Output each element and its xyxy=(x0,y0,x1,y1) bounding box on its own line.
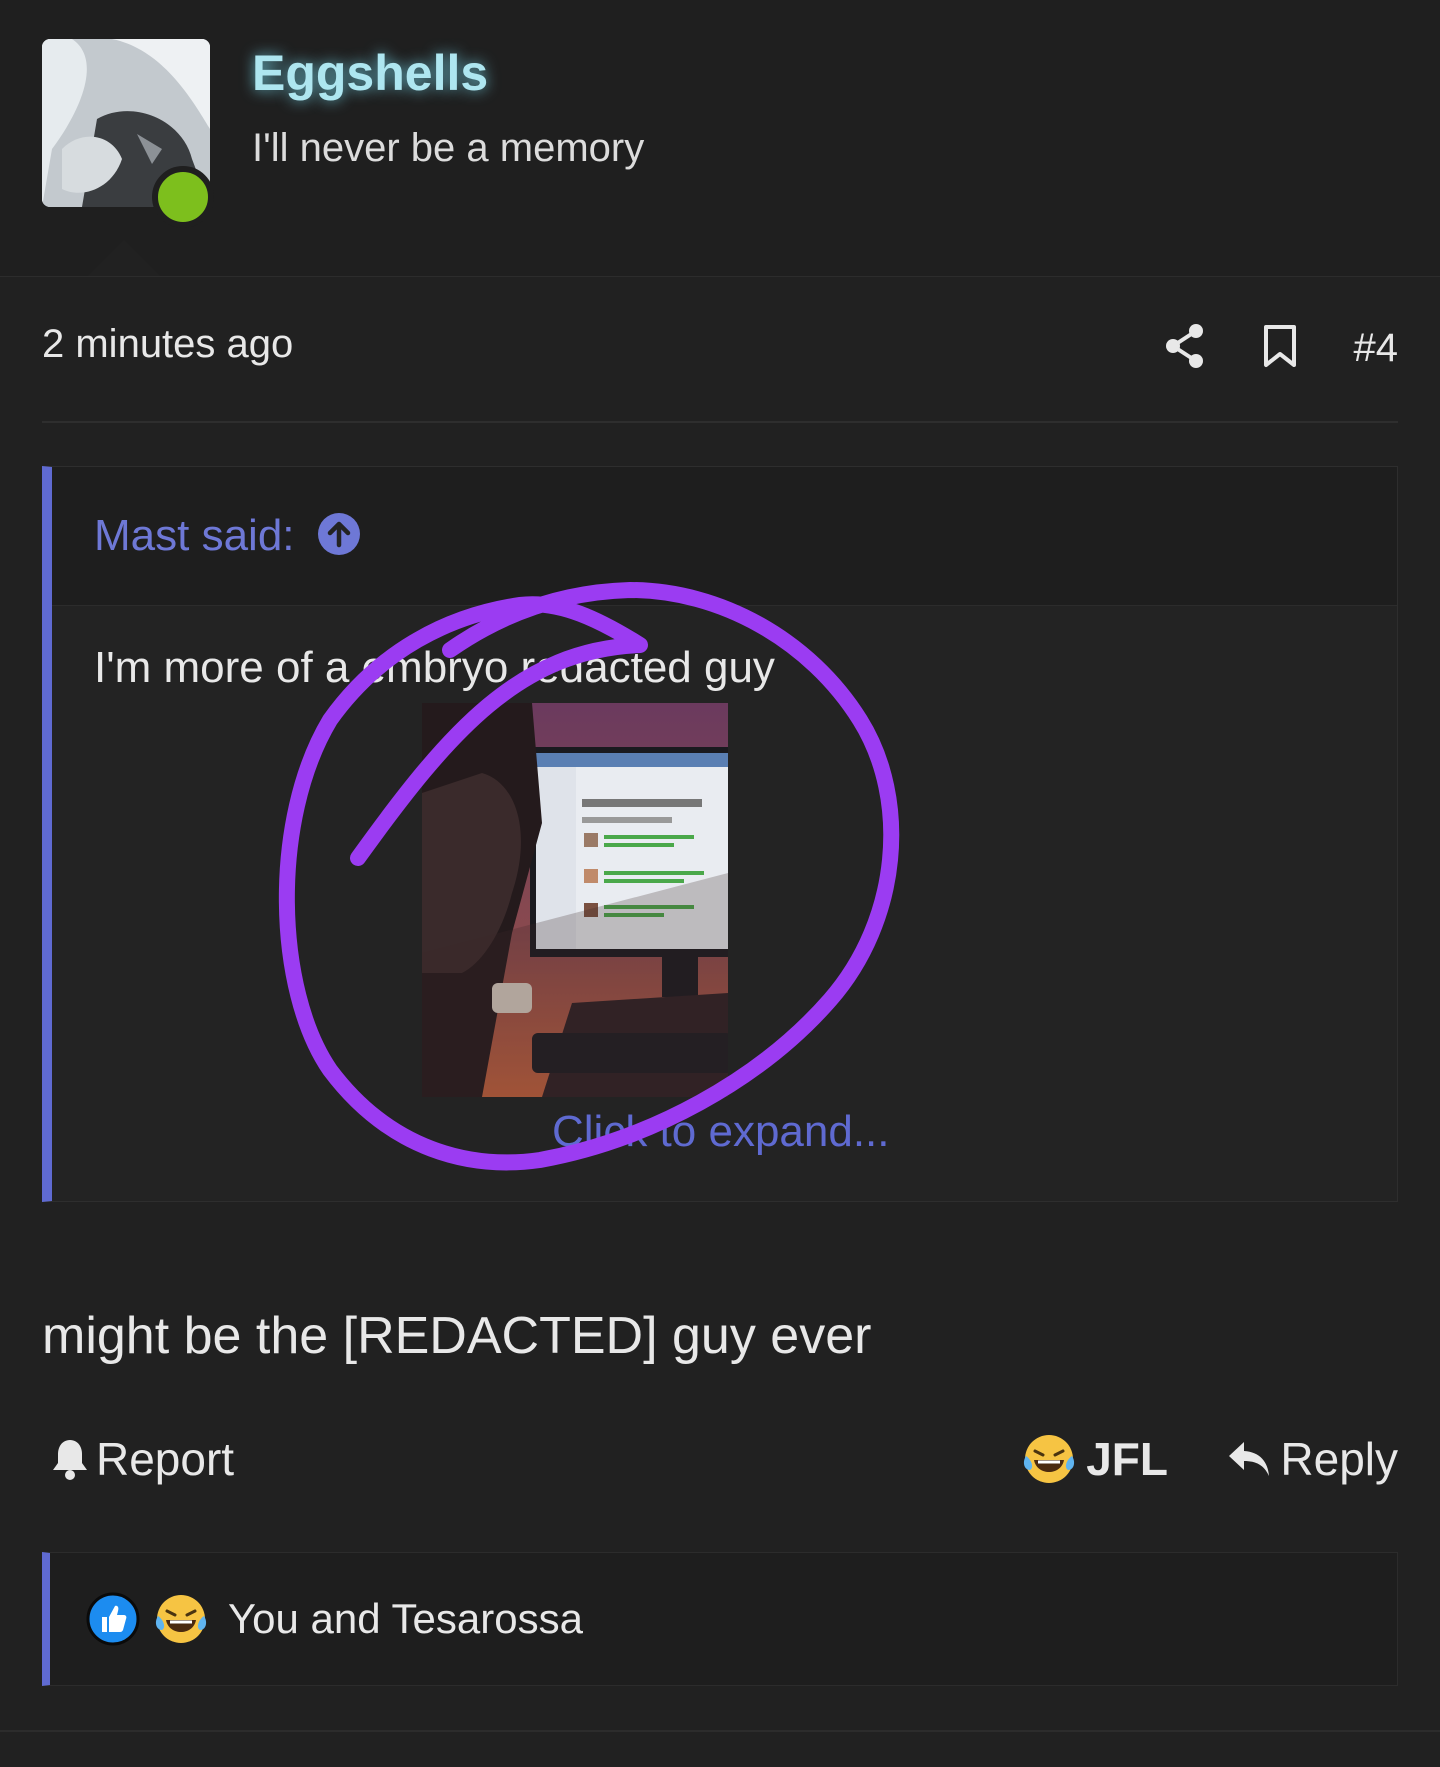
reactions-label[interactable]: You and Tesarossa xyxy=(228,1595,583,1643)
quote-block: Mast said: I'm more of a embryo redacted… xyxy=(42,466,1398,1202)
bell-icon xyxy=(53,1440,87,1480)
reply-arrow-icon xyxy=(1229,1442,1270,1476)
header-pointer xyxy=(88,240,160,276)
reply-label: Reply xyxy=(1280,1433,1398,1485)
user-title: I'll never be a memory xyxy=(252,126,645,170)
bookmark-icon[interactable] xyxy=(1262,324,1298,373)
report-button[interactable]: Report xyxy=(50,1432,234,1486)
online-status-dot xyxy=(152,166,214,228)
like-thumbs-up-icon xyxy=(86,1592,140,1646)
post-timestamp[interactable]: 2 minutes ago xyxy=(42,322,293,367)
quote-header: Mast said: xyxy=(52,467,1397,606)
report-label: Report xyxy=(96,1433,235,1485)
post-body: might be the [REDACTED] guy ever xyxy=(42,1307,872,1365)
post-number-link[interactable]: #4 xyxy=(1354,326,1399,371)
username[interactable]: Eggshells xyxy=(252,44,488,102)
post-meta-actions: #4 xyxy=(1164,318,1399,378)
post-actions: Report JFL Reply xyxy=(42,1432,1398,1492)
click-to-expand-link[interactable]: Click to expand... xyxy=(552,1107,890,1157)
jfl-reaction-button[interactable]: JFL xyxy=(1022,1432,1168,1486)
reactions-bar[interactable]: You and Tesarossa xyxy=(42,1552,1398,1686)
laughing-tears-emoji-icon xyxy=(1024,1435,1075,1483)
divider xyxy=(42,421,1398,423)
jfl-label: JFL xyxy=(1086,1433,1168,1485)
reply-button[interactable]: Reply xyxy=(1226,1432,1398,1486)
quote-author[interactable]: Mast said: xyxy=(94,511,295,561)
divider xyxy=(0,1730,1440,1732)
arrow-up-circle-icon[interactable] xyxy=(317,512,361,561)
post-header: Eggshells I'll never be a memory xyxy=(0,0,1440,277)
quoted-image[interactable] xyxy=(422,703,728,1097)
share-icon[interactable] xyxy=(1164,323,1206,374)
quote-text: I'm more of a embryo redacted guy xyxy=(94,643,775,692)
laughing-tears-emoji-icon xyxy=(155,1595,207,1643)
